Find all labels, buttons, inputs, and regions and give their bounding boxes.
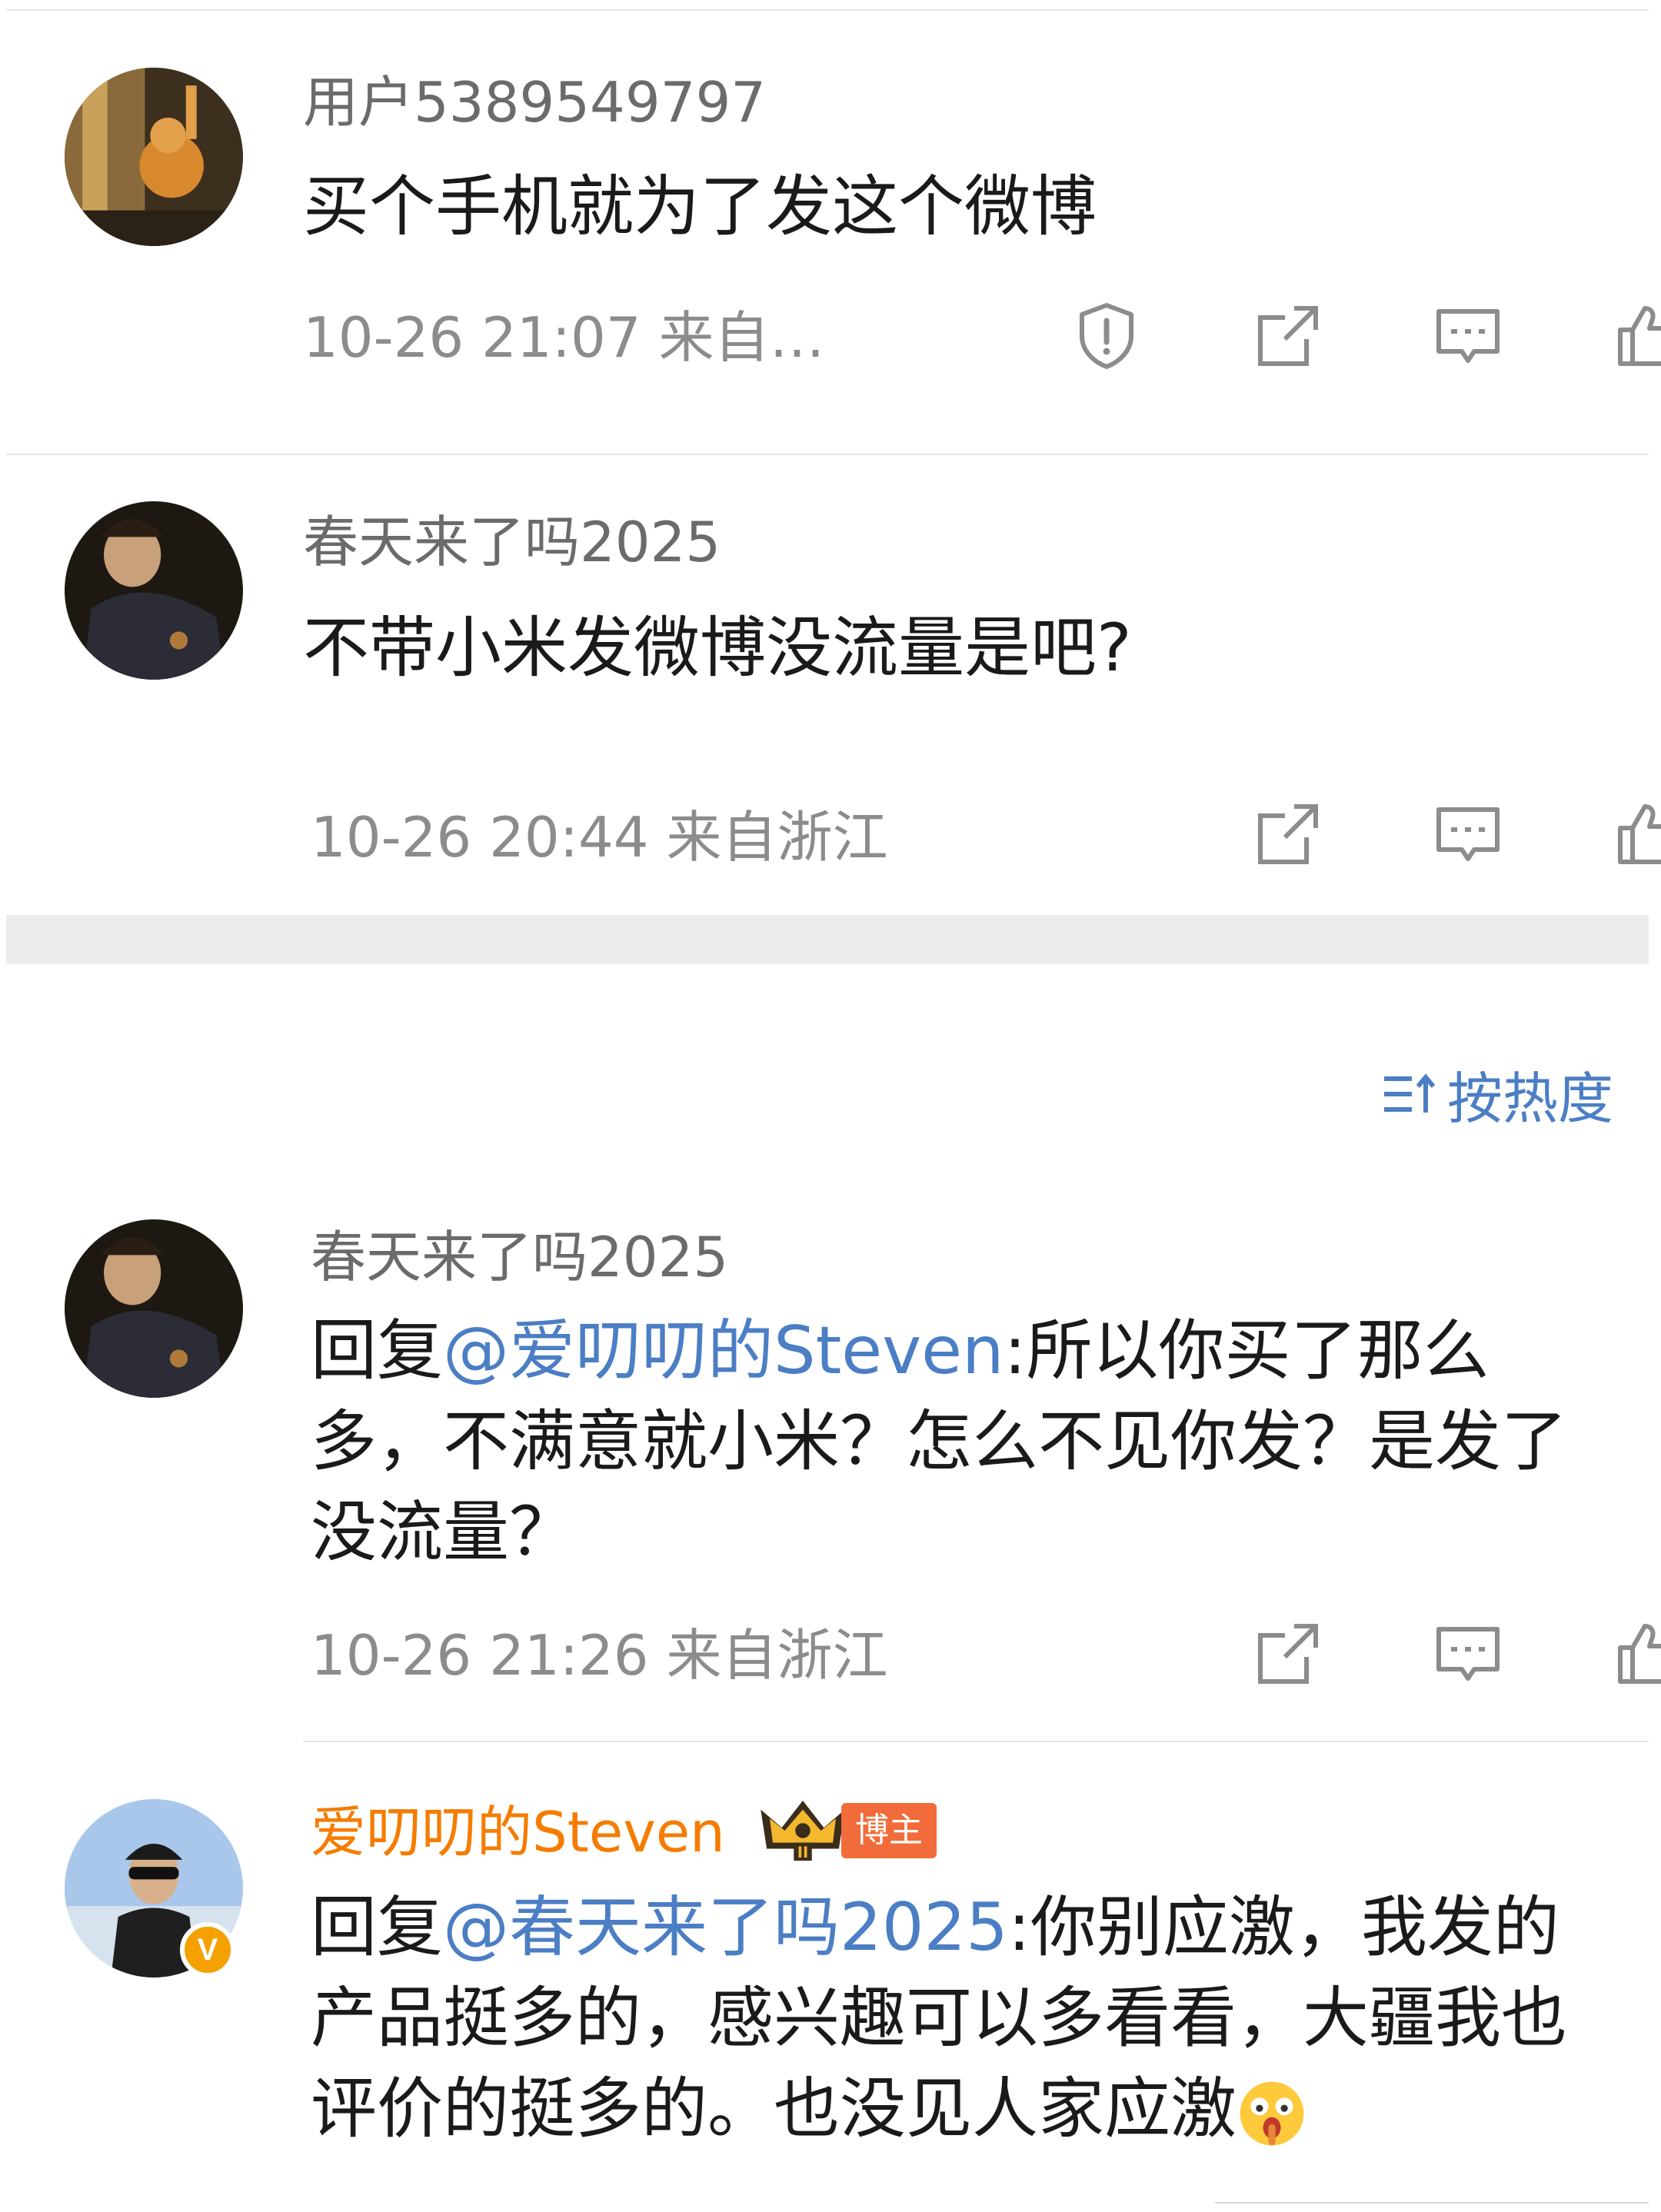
reply-text: 回复@春天来了吗2025:你别应激，我发的产品挺多的，感兴趣可以多看看，大疆我也… xyxy=(311,1882,1595,2154)
like-icon xyxy=(1618,804,1661,864)
comment-button[interactable] xyxy=(1426,1612,1510,1696)
sort-icon xyxy=(1383,1073,1436,1113)
reply-text: 回复@爱叨叨的Steven:所以你买了那么多，不满意就小米？怎么不见你发？是发了… xyxy=(311,1306,1595,1578)
comment-text: 买个手机就为了发这个微博 xyxy=(303,168,1097,245)
like-button[interactable] xyxy=(1606,1612,1661,1696)
action-bar xyxy=(969,1612,1661,1704)
share-icon xyxy=(1258,1624,1318,1684)
username[interactable]: 爱叨叨的Steven xyxy=(311,1799,725,1865)
share-button[interactable] xyxy=(1246,1612,1330,1696)
verified-badge: V xyxy=(180,1922,235,1977)
share-button[interactable] xyxy=(1246,792,1330,876)
username[interactable]: 用户5389549797 xyxy=(303,69,766,135)
share-icon xyxy=(1258,306,1318,366)
username[interactable]: 春天来了吗2025 xyxy=(311,1224,728,1290)
comment-button[interactable] xyxy=(1426,294,1510,378)
comment-icon xyxy=(1436,1627,1500,1681)
comment-icon xyxy=(1436,807,1500,861)
timestamp-location: 10-26 21:26 来自浙江 xyxy=(311,1623,888,1688)
sort-by-hot-button[interactable]: 按热度 xyxy=(1381,1053,1613,1134)
top-divider xyxy=(6,9,1649,11)
report-button[interactable] xyxy=(1064,294,1149,378)
action-bar xyxy=(969,294,1661,386)
avatar[interactable] xyxy=(65,68,243,246)
avatar[interactable] xyxy=(65,1219,243,1398)
report-icon xyxy=(1080,303,1133,369)
bottom-divider xyxy=(1215,2202,1649,2204)
like-icon xyxy=(1618,306,1661,366)
crown-icon: II xyxy=(761,1800,845,1861)
username[interactable]: 春天来了吗2025 xyxy=(303,509,721,575)
like-icon xyxy=(1618,1624,1661,1684)
comment-icon xyxy=(1436,309,1500,363)
badge-level: II xyxy=(797,1844,809,1861)
reply-prefix: 回复 xyxy=(311,1312,443,1389)
section-separator xyxy=(6,915,1649,964)
mention-link[interactable]: @春天来了吗2025 xyxy=(443,1889,1008,1966)
divider xyxy=(6,454,1649,455)
timestamp-location: 10-26 20:44 来自浙江 xyxy=(311,805,888,870)
comment-button[interactable] xyxy=(1426,792,1510,876)
action-bar xyxy=(969,792,1661,884)
sort-label: 按热度 xyxy=(1446,1066,1613,1131)
blogger-badge[interactable]: II 博主 xyxy=(757,1798,937,1864)
like-button[interactable] xyxy=(1606,294,1661,378)
comment-text: 不带小米发微博没流量是吧? xyxy=(303,610,1132,687)
blogger-tag: 博主 xyxy=(841,1803,937,1858)
timestamp-location: 10-26 21:07 来自… xyxy=(303,305,825,370)
face-emoji-icon xyxy=(1237,2078,1307,2149)
avatar[interactable] xyxy=(65,501,243,680)
reply-prefix: 回复 xyxy=(311,1889,443,1966)
like-button[interactable] xyxy=(1606,792,1661,876)
share-button[interactable] xyxy=(1246,294,1330,378)
mention-link[interactable]: @爱叨叨的Steven xyxy=(443,1312,1004,1389)
share-icon xyxy=(1258,804,1318,864)
divider xyxy=(303,1741,1649,1742)
